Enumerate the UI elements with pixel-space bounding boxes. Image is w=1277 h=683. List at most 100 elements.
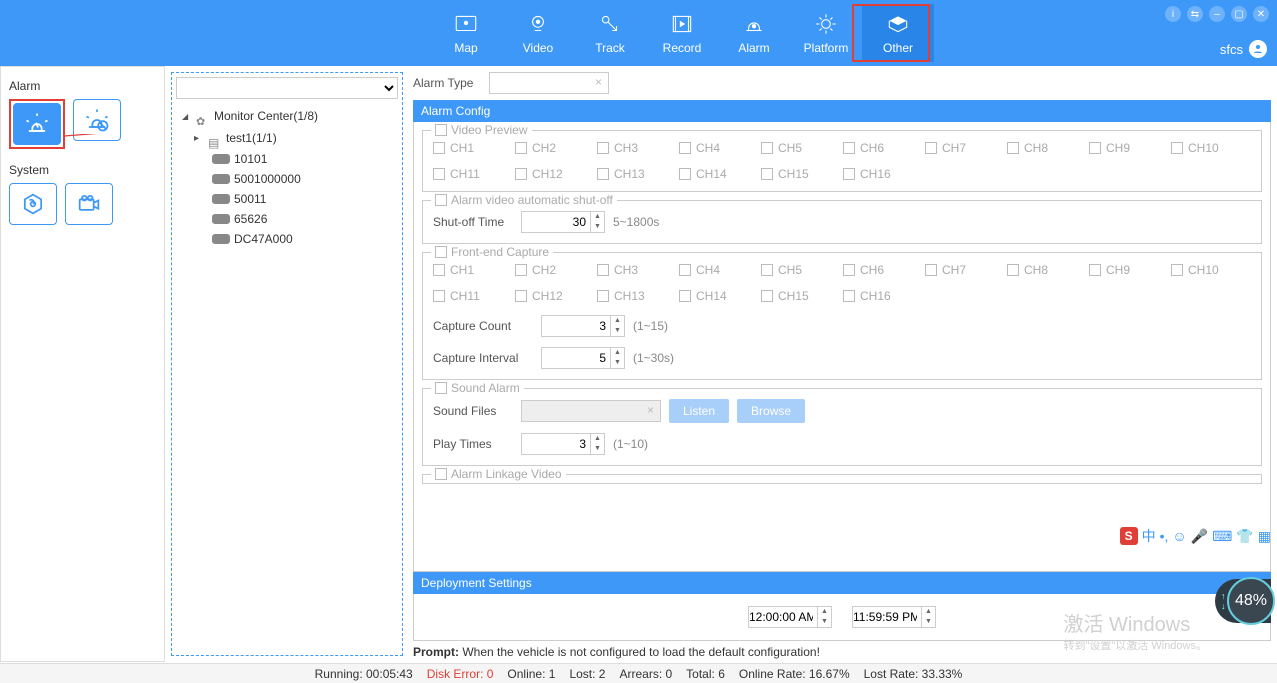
channel-ch14[interactable]: CH14	[679, 289, 727, 303]
system-settings-button[interactable]	[9, 183, 57, 225]
capture-interval-hint: (1~30s)	[633, 351, 674, 365]
channel-ch4[interactable]: CH4	[679, 141, 727, 155]
channel-ch8[interactable]: CH8	[1007, 263, 1055, 277]
channel-ch16[interactable]: CH16	[843, 167, 891, 181]
device-icon	[212, 194, 230, 204]
tree-root[interactable]: Monitor Center(1/8)	[176, 105, 398, 127]
tree-device[interactable]: 50011	[176, 189, 398, 209]
channel-ch7[interactable]: CH7	[925, 263, 973, 277]
ime-lang[interactable]: 中	[1142, 526, 1156, 546]
ime-toolbar: S 中 •, ☺ 🎤 ⌨ 👕 ▦	[1120, 526, 1271, 546]
ime-mic-icon[interactable]: 🎤	[1191, 528, 1208, 545]
channel-ch10[interactable]: CH10	[1171, 263, 1219, 277]
channel-ch10[interactable]: CH10	[1171, 141, 1219, 155]
channel-ch13[interactable]: CH13	[597, 289, 645, 303]
maximize-icon[interactable]: ▢	[1231, 6, 1247, 22]
play-times-hint: (1~10)	[613, 437, 648, 451]
channel-ch4[interactable]: CH4	[679, 263, 727, 277]
status-lost-rate: Lost Rate: 33.33%	[864, 667, 963, 681]
channel-ch15[interactable]: CH15	[761, 289, 809, 303]
channel-ch3[interactable]: CH3	[597, 263, 645, 277]
user-avatar-icon	[1249, 40, 1267, 58]
status-online: Online: 1	[507, 667, 555, 681]
tree-device[interactable]: 65626	[176, 209, 398, 229]
channel-ch16[interactable]: CH16	[843, 289, 891, 303]
minimize-icon[interactable]: –	[1209, 6, 1225, 22]
channel-ch5[interactable]: CH5	[761, 141, 809, 155]
channel-ch6[interactable]: CH6	[843, 141, 891, 155]
tree-group[interactable]: test1(1/1)	[176, 127, 398, 149]
close-icon[interactable]: ✕	[1253, 6, 1269, 22]
nav-track[interactable]: Track	[574, 4, 646, 62]
channel-ch15[interactable]: CH15	[761, 167, 809, 181]
link-icon[interactable]: ⇆	[1187, 6, 1203, 22]
shutoff-checkbox[interactable]	[435, 194, 447, 206]
ime-skin-icon[interactable]: 👕	[1236, 528, 1253, 545]
ime-punct-icon[interactable]: •,	[1160, 528, 1169, 544]
nav-alarm[interactable]: Alarm	[718, 4, 790, 62]
channel-ch12[interactable]: CH12	[515, 167, 563, 181]
channel-ch11[interactable]: CH11	[433, 167, 481, 181]
channel-ch1[interactable]: CH1	[433, 263, 481, 277]
device-tree-panel: Monitor Center(1/8) test1(1/1) 10101 500…	[171, 72, 403, 656]
alarm-siren-button[interactable]	[13, 103, 61, 145]
sound-checkbox[interactable]	[435, 382, 447, 394]
shutoff-hint: 5~1800s	[613, 215, 659, 229]
tree-device[interactable]: DC47A000	[176, 229, 398, 249]
channel-ch5[interactable]: CH5	[761, 263, 809, 277]
nav-video[interactable]: Video	[502, 4, 574, 62]
ime-menu-icon[interactable]: ▦	[1258, 528, 1271, 545]
system-camera-button[interactable]	[65, 183, 113, 225]
highlight-nav-other	[852, 4, 930, 62]
channel-ch13[interactable]: CH13	[597, 167, 645, 181]
status-disk-error: Disk Error: 0	[427, 667, 494, 681]
capture-count-label: Capture Count	[433, 319, 533, 333]
nav-record[interactable]: Record	[646, 4, 718, 62]
nav-map[interactable]: Map	[430, 4, 502, 62]
alarm-disable-button[interactable]	[73, 99, 121, 141]
linkage-checkbox[interactable]	[435, 468, 447, 480]
channel-ch7[interactable]: CH7	[925, 141, 973, 155]
system-section-label: System	[9, 163, 156, 177]
status-running: Running: 00:05:43	[315, 667, 413, 681]
status-bar: Running: 00:05:43 Disk Error: 0 Online: …	[0, 663, 1277, 683]
channel-ch1[interactable]: CH1	[433, 141, 481, 155]
shutoff-time-input[interactable]: ▲▼	[521, 211, 605, 233]
capture-count-input[interactable]: ▲▼	[541, 315, 625, 337]
channel-ch2[interactable]: CH2	[515, 263, 563, 277]
play-times-input[interactable]: ▲▼	[521, 433, 605, 455]
video-preview-checkbox[interactable]	[435, 124, 447, 136]
channel-ch8[interactable]: CH8	[1007, 141, 1055, 155]
channel-ch2[interactable]: CH2	[515, 141, 563, 155]
info-icon[interactable]: i	[1165, 6, 1181, 22]
ime-keyboard-icon[interactable]: ⌨	[1212, 528, 1232, 545]
channel-ch14[interactable]: CH14	[679, 167, 727, 181]
alarm-section-label: Alarm	[9, 79, 156, 93]
channel-ch9[interactable]: CH9	[1089, 141, 1137, 155]
top-bar: Map Video Track Record Alarm Platform Ot…	[0, 0, 1277, 66]
tree-device[interactable]: 10101	[176, 149, 398, 169]
deploy-start-time[interactable]: ▲▼	[748, 606, 832, 628]
prompt-row: Prompt: When the vehicle is not configur…	[413, 641, 1271, 662]
user-area[interactable]: sfcs	[1220, 40, 1267, 58]
channel-ch3[interactable]: CH3	[597, 141, 645, 155]
deploy-end-time[interactable]: ▲▼	[852, 606, 936, 628]
tree-filter-select[interactable]	[176, 77, 398, 99]
listen-button[interactable]: Listen	[669, 399, 729, 423]
channel-ch9[interactable]: CH9	[1089, 263, 1137, 277]
alarm-type-select[interactable]	[489, 72, 609, 94]
ime-logo-icon[interactable]: S	[1120, 527, 1138, 545]
tree-device[interactable]: 5001000000	[176, 169, 398, 189]
capture-interval-input[interactable]: ▲▼	[541, 347, 625, 369]
status-online-rate: Online Rate: 16.67%	[739, 667, 850, 681]
status-arrears: Arrears: 0	[619, 667, 672, 681]
shutoff-fieldset: Alarm video automatic shut-off Shut-off …	[422, 200, 1262, 244]
ime-emoji-icon[interactable]: ☺	[1172, 528, 1186, 544]
sound-files-label: Sound Files	[433, 404, 513, 418]
channel-ch6[interactable]: CH6	[843, 263, 891, 277]
channel-ch12[interactable]: CH12	[515, 289, 563, 303]
sound-files-select[interactable]	[521, 400, 661, 422]
browse-button[interactable]: Browse	[737, 399, 805, 423]
capture-checkbox[interactable]	[435, 246, 447, 258]
channel-ch11[interactable]: CH11	[433, 289, 481, 303]
